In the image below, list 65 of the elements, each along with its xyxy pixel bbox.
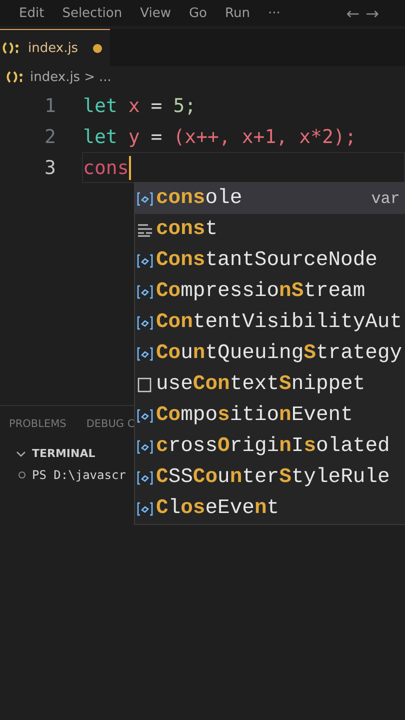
keyword-icon bbox=[137, 222, 153, 236]
code-token: 5; bbox=[173, 94, 196, 116]
back-button[interactable]: ← bbox=[346, 4, 360, 22]
code-token: = bbox=[150, 126, 162, 148]
suggestion-item[interactable]: CompositionEvent bbox=[135, 400, 405, 431]
section-title[interactable]: TERMINAL bbox=[32, 447, 96, 460]
terminal-prompt: PS D:\javascr bbox=[32, 468, 126, 482]
suggestion-label: ConstantSourceNode bbox=[156, 249, 378, 272]
suggestion-detail: var bbox=[371, 190, 400, 208]
suggestion-item[interactable]: CompressionStream bbox=[135, 276, 405, 307]
circle-icon bbox=[18, 471, 26, 479]
suggestion-label: ContentVisibilityAut bbox=[156, 311, 402, 334]
variable-icon bbox=[137, 408, 153, 422]
editor-tab[interactable]: index.js bbox=[0, 29, 110, 66]
menu-item[interactable]: View bbox=[131, 6, 180, 20]
code-token: = bbox=[150, 94, 162, 116]
breadcrumb-separator: > bbox=[84, 70, 95, 84]
suggestion-label: CompressionStream bbox=[156, 280, 366, 303]
breadcrumb-item[interactable]: ... bbox=[99, 70, 112, 84]
line-number: 2 bbox=[44, 126, 57, 148]
variable-icon bbox=[137, 192, 153, 206]
suggestion-item[interactable]: useContextSnippet bbox=[135, 369, 405, 400]
suggestion-label: CompositionEvent bbox=[156, 404, 353, 427]
tab-label: index.js bbox=[28, 40, 80, 56]
forward-button[interactable]: → bbox=[366, 4, 379, 22]
snippet-icon bbox=[137, 376, 153, 392]
suggestion-label: CountQueuingStrategy bbox=[156, 342, 402, 365]
code-token: (x++, x+1, x*2); bbox=[173, 126, 356, 148]
suggestion-item[interactable]: CountQueuingStrategy bbox=[135, 338, 405, 369]
suggestion-label: CSSCounterStyleRule bbox=[156, 466, 390, 489]
suggestion-item[interactable]: crossOriginIsolated bbox=[135, 431, 405, 462]
line-number: 1 bbox=[44, 94, 57, 116]
suggestion-label: const bbox=[156, 218, 218, 241]
menu-item[interactable]: Run bbox=[216, 6, 259, 20]
menu-item[interactable]: Edit bbox=[10, 6, 54, 20]
suggestion-item[interactable]: ConstantSourceNode bbox=[135, 245, 405, 276]
variable-icon bbox=[137, 470, 153, 484]
suggestion-label: console bbox=[156, 187, 242, 210]
suggestion-item[interactable]: CloseEvent bbox=[135, 493, 405, 524]
variable-icon bbox=[137, 316, 153, 330]
code-token: cons bbox=[83, 156, 129, 178]
variable-icon bbox=[137, 254, 153, 268]
code-token: y bbox=[128, 126, 140, 148]
variable-icon bbox=[137, 284, 153, 298]
suggestion-item[interactable]: CSSCounterStyleRule bbox=[135, 462, 405, 493]
suggestion-label: CloseEvent bbox=[156, 497, 280, 520]
suggestion-item[interactable]: const bbox=[135, 214, 405, 245]
suggestion-item[interactable]: ContentVisibilityAut bbox=[135, 307, 405, 338]
suggestion-label: crossOriginIsolated bbox=[156, 435, 390, 458]
code-token: x bbox=[128, 94, 140, 116]
menu-item[interactable]: ··· bbox=[258, 6, 290, 20]
variable-icon bbox=[137, 440, 153, 454]
code-token: let bbox=[83, 126, 118, 148]
menu-item[interactable]: Go bbox=[180, 6, 216, 20]
line-number: 3 bbox=[44, 156, 57, 178]
panel-tab[interactable]: PROBLEMS bbox=[9, 418, 66, 430]
panel-tab[interactable]: DEBUG C bbox=[86, 418, 135, 430]
code-token: let bbox=[83, 94, 118, 116]
variable-icon bbox=[137, 346, 153, 360]
suggestion-label: useContextSnippet bbox=[156, 373, 366, 396]
suggestion-item[interactable]: console var bbox=[135, 183, 405, 214]
menu-item[interactable]: Selection bbox=[53, 6, 132, 20]
breadcrumb-item[interactable]: index.js bbox=[30, 70, 80, 84]
text-cursor bbox=[128, 156, 131, 180]
variable-icon bbox=[137, 502, 153, 516]
